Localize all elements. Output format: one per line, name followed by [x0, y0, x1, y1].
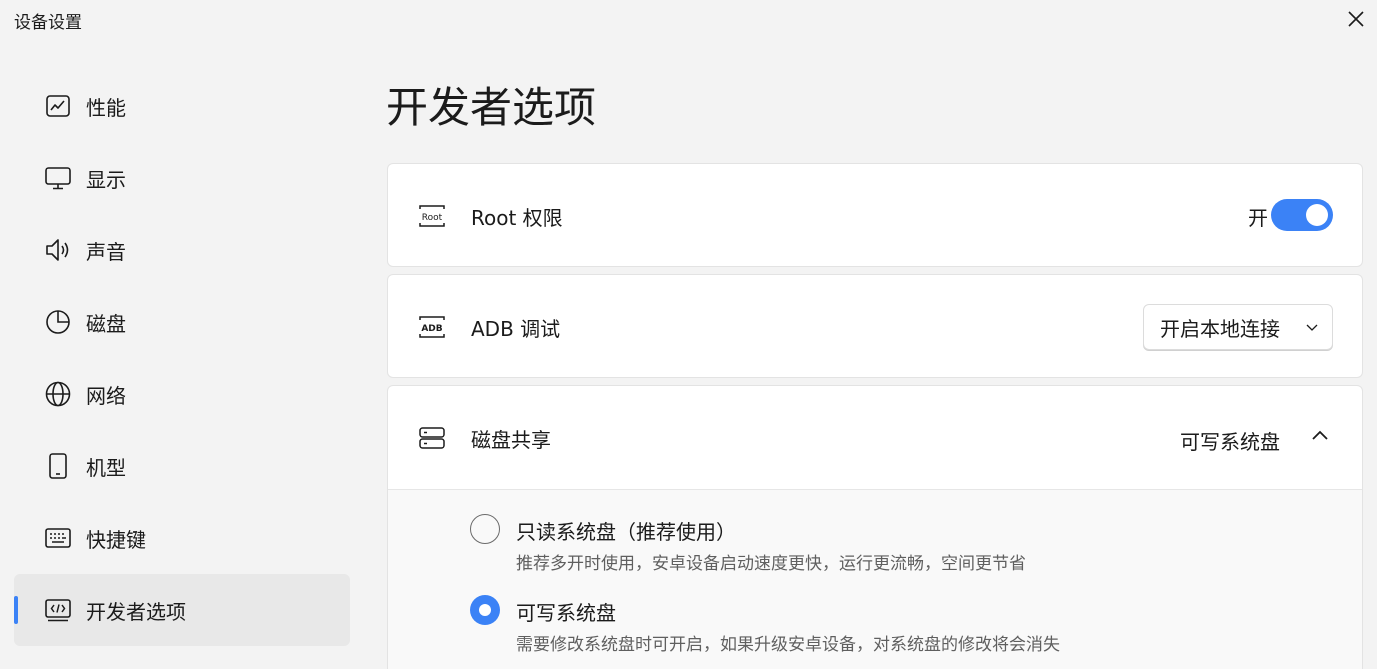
sidebar-item-sound[interactable]: 声音 [14, 214, 350, 286]
root-toggle-state: 开 [1248, 206, 1268, 230]
keyboard-icon [44, 524, 72, 552]
disk-share-header[interactable]: 磁盘共享 可写系统盘 [388, 386, 1362, 489]
sidebar-item-label: 快捷键 [86, 527, 146, 552]
disk-share-card: 磁盘共享 可写系统盘 只读系统盘（推荐使用） 推荐多开时使用，安卓设备启动速度更… [387, 385, 1363, 669]
developer-code-icon [44, 596, 72, 624]
page-title: 开发者选项 [386, 83, 597, 132]
performance-chart-icon [44, 92, 72, 120]
sidebar: 性能 显示 声音 磁盘 网络 机型 快捷键 开发者选项 [14, 70, 350, 646]
root-icon: Root [416, 200, 448, 232]
option-description: 推荐多开时使用，安卓设备启动速度更快，运行更流畅，空间更节省 [516, 554, 1026, 574]
option-writable-system-disk[interactable]: 可写系统盘 需要修改系统盘时可开启，如果升级安卓设备，对系统盘的修改将会消失 [470, 595, 1170, 655]
adb-debug-label: ADB 调试 [471, 317, 561, 341]
root-permission-toggle[interactable] [1271, 199, 1333, 231]
globe-icon [44, 380, 72, 408]
sidebar-item-performance[interactable]: 性能 [14, 70, 350, 142]
close-icon [1348, 11, 1364, 27]
phone-icon [44, 452, 72, 480]
chevron-down-icon [1306, 324, 1318, 331]
option-title: 可写系统盘 [516, 601, 616, 625]
sidebar-item-label: 机型 [86, 455, 126, 480]
disk-share-options: 只读系统盘（推荐使用） 推荐多开时使用，安卓设备启动速度更快，运行更流畅，空间更… [388, 489, 1362, 669]
sidebar-item-developer-options[interactable]: 开发者选项 [14, 574, 350, 646]
sidebar-item-label: 显示 [86, 167, 126, 192]
radio-button-selected[interactable] [470, 595, 500, 625]
sidebar-item-display[interactable]: 显示 [14, 142, 350, 214]
pie-chart-icon [44, 308, 72, 336]
option-title: 只读系统盘（推荐使用） [516, 520, 736, 544]
sidebar-item-shortcuts[interactable]: 快捷键 [14, 502, 350, 574]
window-title: 设备设置 [14, 13, 82, 33]
sidebar-item-label: 性能 [86, 95, 126, 120]
root-permission-label: Root 权限 [471, 206, 563, 230]
device-settings-window: 设备设置 性能 显示 声音 磁盘 网络 机型 快捷键 开发者选项 开发者选项 R… [0, 0, 1377, 669]
adb-icon-text: ADB [421, 324, 442, 334]
radio-button-unselected[interactable] [470, 514, 500, 544]
adb-mode-selected: 开启本地连接 [1160, 316, 1280, 341]
root-icon-text: Root [422, 213, 443, 223]
chevron-up-icon[interactable] [1308, 424, 1332, 448]
title-bar: 设备设置 [0, 0, 1377, 38]
option-description: 需要修改系统盘时可开启，如果升级安卓设备，对系统盘的修改将会消失 [516, 635, 1060, 655]
adb-icon: ADB [416, 311, 448, 343]
disk-share-value: 可写系统盘 [1180, 430, 1280, 454]
adb-debug-card: ADB ADB 调试 开启本地连接 [387, 274, 1363, 378]
speaker-icon [44, 236, 72, 264]
sidebar-item-label: 磁盘 [86, 311, 126, 336]
monitor-icon [44, 164, 72, 192]
close-button[interactable] [1341, 4, 1371, 34]
server-storage-icon [416, 422, 448, 454]
root-permission-card: Root Root 权限 开 [387, 163, 1363, 267]
sidebar-item-disk[interactable]: 磁盘 [14, 286, 350, 358]
option-readonly-system-disk[interactable]: 只读系统盘（推荐使用） 推荐多开时使用，安卓设备启动速度更快，运行更流畅，空间更… [470, 514, 1170, 574]
sidebar-item-model[interactable]: 机型 [14, 430, 350, 502]
adb-mode-dropdown[interactable]: 开启本地连接 [1143, 304, 1333, 350]
disk-share-label: 磁盘共享 [471, 428, 551, 452]
sidebar-item-label: 网络 [86, 383, 126, 408]
sidebar-item-network[interactable]: 网络 [14, 358, 350, 430]
sidebar-item-label: 开发者选项 [86, 599, 186, 624]
toggle-knob [1306, 204, 1328, 226]
sidebar-item-label: 声音 [86, 239, 126, 264]
